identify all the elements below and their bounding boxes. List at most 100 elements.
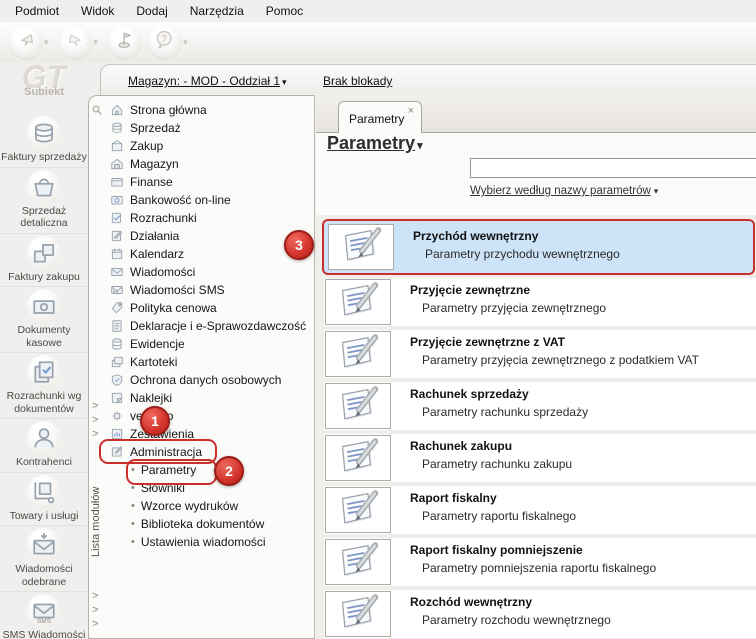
module-item-settlements[interactable]: Rozrachunki wg dokumentów — [0, 353, 88, 419]
tree-item-ewidencje[interactable]: Ewidencje — [105, 335, 314, 353]
tree-item-ochrona-danych-osobowych[interactable]: Ochrona danych osobowych — [105, 371, 314, 389]
parameter-row-rozchód-wewnętrzny[interactable]: Rozchód wewnętrzny Parametry rozchodu we… — [324, 590, 756, 638]
tree-item-działania[interactable]: Działania — [105, 227, 314, 245]
parameter-search-input[interactable] — [470, 158, 756, 178]
invoices-purchase-icon — [27, 235, 61, 270]
tab-strip: Parametry × — [316, 95, 756, 133]
gear-icon — [110, 409, 124, 423]
annotation-step-1: 1 — [140, 406, 170, 436]
tree-item-polityka-cenowa[interactable]: Polityka cenowa — [105, 299, 314, 317]
module-item-retail-sale[interactable]: Sprzedaż detaliczna — [0, 168, 88, 234]
module-item-contractors[interactable]: Kontrahenci — [0, 419, 88, 473]
tree-item-zestawienia[interactable]: Zestawienia — [105, 425, 314, 443]
tree-item-magazyn[interactable]: Magazyn — [105, 155, 314, 173]
tree-item-biblioteka-dokumentów[interactable]: • Biblioteka dokumentów — [105, 515, 314, 533]
module-item-invoices-sale[interactable]: Faktury sprzedaży — [0, 114, 88, 168]
chevron-right-icon[interactable]: > — [92, 589, 98, 603]
tree-item-zakup[interactable]: Zakup — [105, 137, 314, 155]
caret-down-icon[interactable]: ▾ — [44, 37, 49, 48]
wallet-icon — [110, 175, 124, 189]
module-label: Faktury sprzedaży — [1, 151, 87, 163]
check-doc-icon — [110, 211, 124, 225]
chevron-right-icon[interactable]: > — [92, 617, 98, 631]
note-pen-icon — [325, 279, 391, 325]
menu-item-widok[interactable]: Widok — [70, 2, 125, 20]
menu-item-dodaj[interactable]: Dodaj — [125, 2, 178, 20]
parameter-row-rachunek-zakupu[interactable]: Rachunek zakupu Parametry rachunku zakup… — [324, 434, 756, 482]
module-item-messages-received[interactable]: Wiadomości odebrane — [0, 526, 88, 592]
tree-item-label: Zakup — [130, 139, 164, 153]
tree-item-wiadomości[interactable]: Wiadomości — [105, 263, 314, 281]
tasks-icon — [110, 229, 124, 243]
goods-services-icon — [27, 474, 61, 509]
tab-parametry[interactable]: Parametry × — [338, 101, 422, 133]
tree-item-rozrachunki[interactable]: Rozrachunki — [105, 209, 314, 227]
help-icon: ? — [154, 29, 176, 56]
tree-item-label: Rozrachunki — [130, 211, 197, 225]
tree-item-słowniki[interactable]: • Słowniki — [105, 479, 314, 497]
tree-item-bankowość-on-line[interactable]: Bankowość on-line — [105, 191, 314, 209]
parameter-list: Przychód wewnętrzny Parametry przychodu … — [316, 215, 756, 639]
forward-arrow-button[interactable] — [59, 26, 92, 58]
tree-item-administracja[interactable]: Administracja — [105, 443, 314, 461]
filter-by-name-link[interactable]: Wybierz według nazwy parametrów ▾ — [470, 185, 658, 197]
parameter-row-raport-fiskalny-pomniejszenie[interactable]: Raport fiskalny pomniejszenie Parametry … — [324, 538, 756, 586]
chevron-right-icon[interactable]: > — [92, 603, 98, 617]
parameter-title: Rachunek zakupu — [410, 439, 513, 453]
parameter-title: Raport fiskalny — [410, 491, 497, 505]
tree-item-naklejki[interactable]: Naklejki — [105, 389, 314, 407]
strip-chevrons-top[interactable]: > > > — [92, 399, 98, 441]
menu-item-narzdzia[interactable]: Narzędzia — [179, 2, 255, 20]
parameter-title: Rachunek sprzedaży — [410, 387, 529, 401]
module-item-invoices-purchase[interactable]: Faktury zakupu — [0, 234, 88, 287]
module-label: Rozrachunki wg dokumentów — [6, 390, 82, 415]
parameter-subtitle: Parametry przychodu wewnętrznego — [425, 247, 620, 261]
help-button[interactable]: ? — [149, 26, 182, 58]
parameter-row-rachunek-sprzedaży[interactable]: Rachunek sprzedaży Parametry rachunku sp… — [324, 382, 756, 430]
menu-item-podmiot[interactable]: Podmiot — [4, 2, 70, 20]
module-item-cash-documents[interactable]: Dokumenty kasowe — [0, 287, 88, 353]
caret-down-icon[interactable]: ▾ — [183, 37, 188, 48]
parameter-row-raport-fiskalny[interactable]: Raport fiskalny Parametry raportu fiskal… — [324, 486, 756, 534]
tree-item-wzorce-wydruków[interactable]: • Wzorce wydruków — [105, 497, 314, 515]
tree-item-sprzedaż[interactable]: Sprzedaż — [105, 119, 314, 137]
tree-item-ustawienia-wiadomości[interactable]: • Ustawienia wiadomości — [105, 533, 314, 551]
module-item-goods-services[interactable]: Towary i usługi — [0, 473, 88, 526]
module-item-sms-drafts[interactable]: SMS SMS Wiadomości robocze — [0, 592, 88, 639]
tree-item-kalendarz[interactable]: Kalendarz — [105, 245, 314, 263]
module-label: Kontrahenci — [15, 456, 73, 468]
tree-item-parametry[interactable]: • Parametry — [105, 461, 314, 479]
tree-item-label: Ochrona danych osobowych — [130, 373, 282, 387]
retail-sale-icon — [27, 169, 61, 204]
tree-item-vendero[interactable]: vendero — [105, 407, 314, 425]
tab-close-icon[interactable]: × — [408, 105, 414, 117]
tab-label: Parametry — [349, 112, 405, 126]
tree-item-finanse[interactable]: Finanse — [105, 173, 314, 191]
caret-down-icon[interactable]: ▾ — [94, 37, 99, 48]
parameter-row-przyjęcie-zewnętrzne[interactable]: Przyjęcie zewnętrzne Parametry przyjęcia… — [324, 278, 756, 326]
page-title[interactable]: Parametry ▾ — [327, 133, 423, 154]
tree-item-label: Kalendarz — [130, 247, 185, 261]
parameter-row-przyjęcie-zewnętrzne-z-vat[interactable]: Przyjęcie zewnętrzne z VAT Parametry prz… — [324, 330, 756, 378]
back-arrow-button[interactable] — [10, 26, 42, 58]
warehouse-selector-link[interactable]: Magazyn: - MOD - Oddział 1 ▾ — [128, 74, 287, 88]
flag-pin-button[interactable] — [109, 26, 142, 58]
module-strip[interactable]: > > > Lista modułów > > > — [89, 96, 105, 638]
lock-status-link[interactable]: Brak blokady — [323, 74, 392, 88]
tree-item-deklaracje-i-e-sprawozdawczość[interactable]: Deklaracje i e-Sprawozdawczość — [105, 317, 314, 335]
parameter-subtitle: Parametry rachunku sprzedaży — [422, 405, 589, 419]
bullet-icon: • — [131, 500, 135, 512]
chevron-right-icon[interactable]: > — [92, 413, 98, 427]
strip-chevrons-bottom[interactable]: > > > — [92, 589, 98, 631]
chevron-right-icon[interactable]: > — [92, 399, 98, 413]
sms-drafts-icon: SMS — [27, 594, 61, 628]
tree-item-strona-główna[interactable]: Strona główna — [105, 101, 314, 119]
tree-item-wiadomości-sms[interactable]: Wiadomości SMS — [105, 281, 314, 299]
tree-item-label: Polityka cenowa — [130, 301, 217, 315]
menu-item-pomoc[interactable]: Pomoc — [255, 2, 314, 20]
module-strip-label: Lista modułów — [90, 486, 102, 557]
navigation-tree: Strona główna Sprzedaż Zakup Magazyn Finanse… — [105, 96, 314, 638]
chevron-right-icon[interactable]: > — [92, 427, 98, 441]
tree-item-kartoteki[interactable]: Kartoteki — [105, 353, 314, 371]
parameter-row-przychód-wewnętrzny[interactable]: Przychód wewnętrzny Parametry przychodu … — [322, 219, 755, 275]
